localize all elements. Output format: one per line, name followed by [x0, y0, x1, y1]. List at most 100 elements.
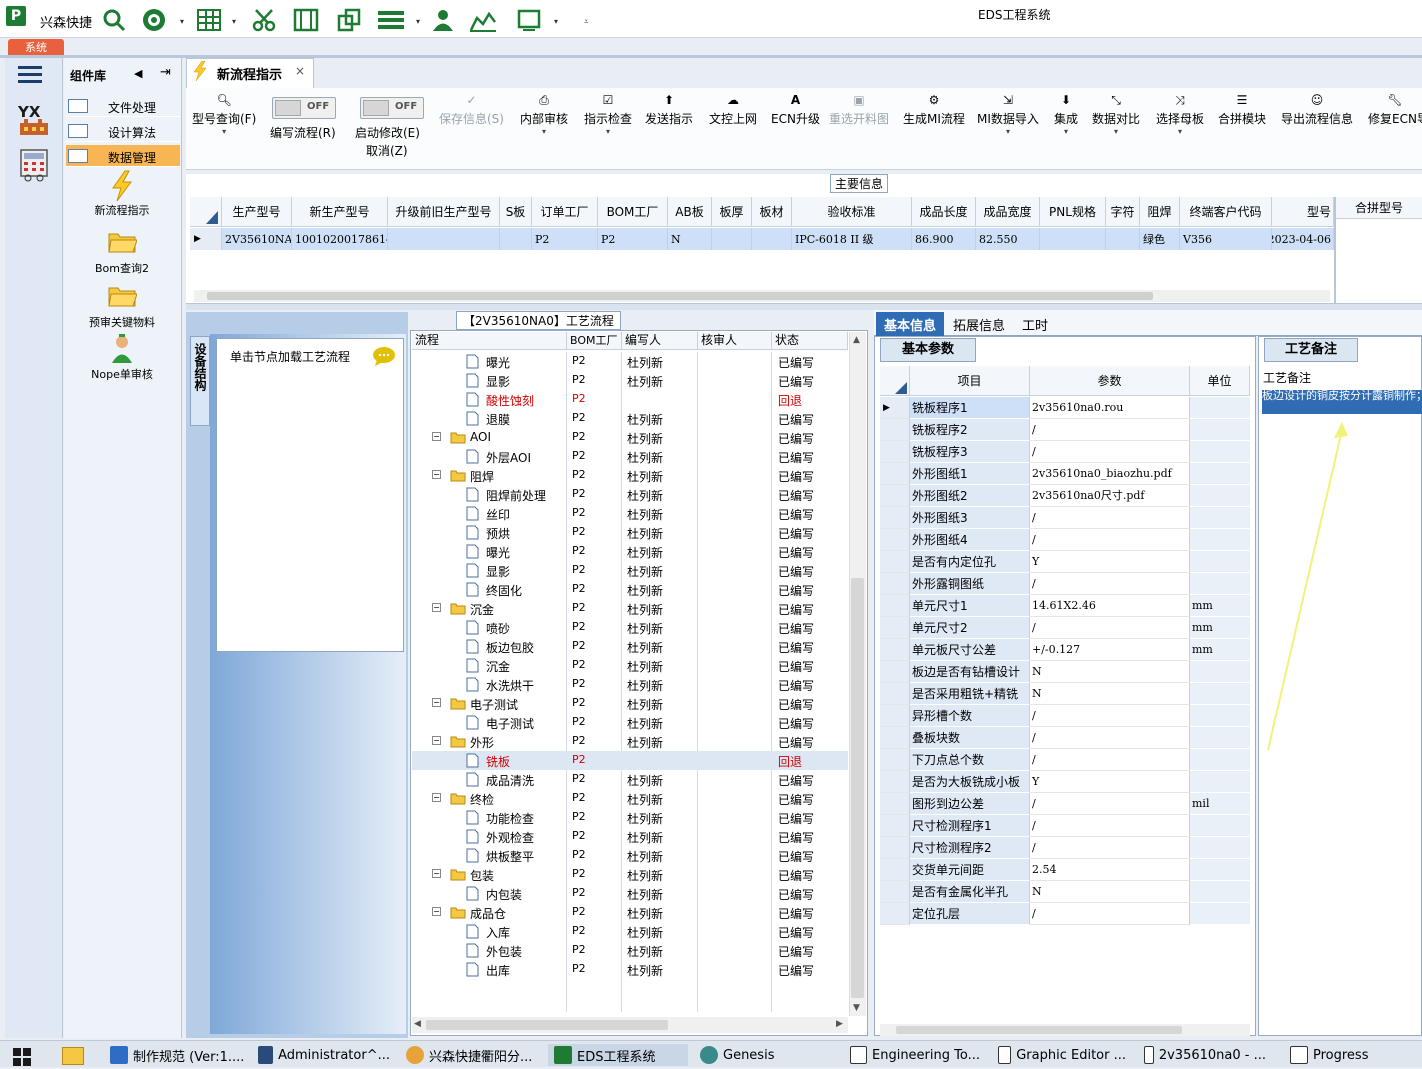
- doc-upload-button[interactable]: ☁ 文控上网: [709, 92, 757, 127]
- file-explorer-icon[interactable]: [62, 1047, 84, 1065]
- send-instruction-button[interactable]: ⬆ 发送指示: [645, 92, 693, 127]
- col-header[interactable]: 验收标准: [792, 197, 912, 227]
- param-value[interactable]: 2v35610na0尺寸.pdf: [1030, 485, 1190, 507]
- process-row[interactable]: 阻焊前处理 P2 杜列新 已编写: [412, 485, 848, 504]
- cell-customer-code[interactable]: V356: [1180, 228, 1272, 250]
- cell-old-model[interactable]: [388, 228, 500, 250]
- param-row[interactable]: 铣板程序2/: [880, 419, 1250, 441]
- start-modify-toggle[interactable]: OFF: [360, 97, 424, 119]
- window-icon[interactable]: [515, 6, 543, 34]
- col-header[interactable]: 状态: [772, 332, 848, 350]
- process-row[interactable]: 曝光 P2 杜列新 已编写: [412, 352, 848, 371]
- scroll-left-icon[interactable]: ◀: [414, 1019, 421, 1029]
- row-selector[interactable]: [880, 441, 910, 463]
- chevron-down-icon[interactable]: ▾: [180, 17, 184, 26]
- row-selector[interactable]: [880, 727, 910, 749]
- process-row[interactable]: 酸性蚀刻 P2 回退: [412, 390, 848, 409]
- tab-basic-info[interactable]: 基本信息: [876, 312, 945, 336]
- repair-ecn-button[interactable]: 🔧︎ 修复ECN导: [1368, 92, 1422, 127]
- param-value[interactable]: /: [1030, 815, 1190, 837]
- chevron-down-icon[interactable]: ▾: [416, 17, 420, 26]
- process-row[interactable]: − 包装 P2 杜列新 已编写: [412, 865, 848, 884]
- tree-collapse-icon[interactable]: −: [432, 907, 441, 916]
- col-header[interactable]: 项目: [910, 366, 1030, 396]
- chart-icon[interactable]: [469, 6, 497, 34]
- col-header[interactable]: 订单工厂: [532, 197, 598, 227]
- param-row[interactable]: 外形图纸2 2v35610na0尺寸.pdf: [880, 485, 1250, 507]
- col-header[interactable]: 板厚: [712, 197, 752, 227]
- param-row[interactable]: 定位孔层 /: [880, 903, 1250, 925]
- chevron-down-icon[interactable]: ▾: [554, 17, 558, 26]
- process-row[interactable]: 铣板 P2 回退: [412, 751, 848, 770]
- param-row[interactable]: 异形槽个数 /: [880, 705, 1250, 727]
- tool-nope-review[interactable]: Nope单审核: [72, 334, 172, 382]
- param-value[interactable]: /: [1030, 705, 1190, 727]
- row-selector[interactable]: [880, 529, 910, 551]
- save-info-button[interactable]: ✓ 保存信息(S): [439, 92, 504, 127]
- task-spec[interactable]: 制作规范 (Ver:1....: [110, 1044, 246, 1066]
- tree-collapse-icon[interactable]: −: [432, 432, 441, 441]
- col-header[interactable]: 单位: [1190, 366, 1250, 396]
- param-value[interactable]: /: [1030, 507, 1190, 529]
- param-value[interactable]: /: [1030, 441, 1190, 463]
- list-icon[interactable]: [377, 6, 405, 34]
- tab-craft-note[interactable]: 工艺备注: [1264, 338, 1358, 362]
- internal-review-button[interactable]: ⎙ 内部审核 ▾: [520, 92, 568, 137]
- merge-module-button[interactable]: ☰ 合拼模块: [1218, 92, 1266, 127]
- search-icon[interactable]: [100, 6, 128, 34]
- col-header[interactable]: PNL规格: [1040, 197, 1106, 227]
- col-header[interactable]: S板: [500, 197, 532, 227]
- param-row[interactable]: 单元板尺寸公差 +/-0.127 mm: [880, 639, 1250, 661]
- select-mother-board-button[interactable]: ⤨ 选择母板 ▾: [1156, 92, 1204, 137]
- col-header[interactable]: 成品宽度: [976, 197, 1040, 227]
- cell-solder-mask[interactable]: 绿色: [1140, 228, 1180, 250]
- calculator-icon[interactable]: [18, 148, 50, 182]
- process-row[interactable]: 曝光 P2 杜列新 已编写: [412, 542, 848, 561]
- row-selector[interactable]: [880, 463, 910, 485]
- process-row[interactable]: 终固化 P2 杜列新 已编写: [412, 580, 848, 599]
- param-value[interactable]: N: [1030, 881, 1190, 903]
- param-row[interactable]: 下刀点总个数 /: [880, 749, 1250, 771]
- row-indicator-icon[interactable]: ▶: [880, 397, 910, 419]
- chevron-down-icon[interactable]: ▾: [232, 17, 236, 26]
- mi-import-button[interactable]: ⇲ MI数据导入 ▾: [977, 92, 1039, 136]
- col-header[interactable]: AB板: [668, 197, 712, 227]
- row-selector[interactable]: [880, 661, 910, 683]
- col-header[interactable]: 字符: [1106, 197, 1140, 227]
- cell-material[interactable]: [752, 228, 792, 250]
- row-selector[interactable]: [880, 419, 910, 441]
- process-row[interactable]: 丝印 P2 杜列新 已编写: [412, 504, 848, 523]
- col-header[interactable]: 生产型号: [222, 197, 292, 227]
- generate-mi-button[interactable]: ⚙ 生成MI流程: [903, 92, 965, 127]
- scroll-up-icon[interactable]: ▲: [853, 335, 860, 345]
- param-value[interactable]: Y: [1030, 771, 1190, 793]
- copy-icon[interactable]: [335, 6, 363, 34]
- customize-icon[interactable]: ⩡: [584, 17, 589, 27]
- col-header[interactable]: 板材: [752, 197, 792, 227]
- col-header[interactable]: 编写人: [622, 332, 698, 350]
- process-row[interactable]: − 成品仓 P2 杜列新 已编写: [412, 903, 848, 922]
- col-header[interactable]: 核审人: [698, 332, 772, 350]
- row-selector[interactable]: [880, 617, 910, 639]
- row-selector[interactable]: [880, 639, 910, 661]
- row-selector[interactable]: [880, 881, 910, 903]
- tab-basic-params[interactable]: 基本参数: [880, 338, 976, 362]
- param-row[interactable]: 外形图纸1 2v35610na0_biaozhu.pdf: [880, 463, 1250, 485]
- tool-precheck-material[interactable]: 预审关键物料: [72, 282, 172, 330]
- cell-order-factory[interactable]: P2: [532, 228, 598, 250]
- param-value[interactable]: /: [1030, 837, 1190, 859]
- tree-collapse-icon[interactable]: −: [432, 698, 441, 707]
- task-factory[interactable]: 兴森快捷衢阳分...: [406, 1044, 540, 1066]
- param-value[interactable]: N: [1030, 661, 1190, 683]
- col-header[interactable]: 新生产型号: [292, 197, 388, 227]
- param-value[interactable]: /: [1030, 903, 1190, 925]
- process-row[interactable]: − 终检 P2 杜列新 已编写: [412, 789, 848, 808]
- param-value[interactable]: /: [1030, 419, 1190, 441]
- pin-panel-icon[interactable]: ⇥: [160, 65, 171, 80]
- col-header[interactable]: 型号: [1272, 197, 1334, 227]
- row-selector[interactable]: [880, 837, 910, 859]
- scroll-thumb[interactable]: [426, 1020, 668, 1030]
- tool-bom-query[interactable]: Bom查询2: [72, 228, 172, 276]
- task-graphic-editor[interactable]: Graphic Editor ...: [998, 1044, 1126, 1066]
- integrate-button[interactable]: ⬇ 集成 ▾: [1054, 92, 1078, 136]
